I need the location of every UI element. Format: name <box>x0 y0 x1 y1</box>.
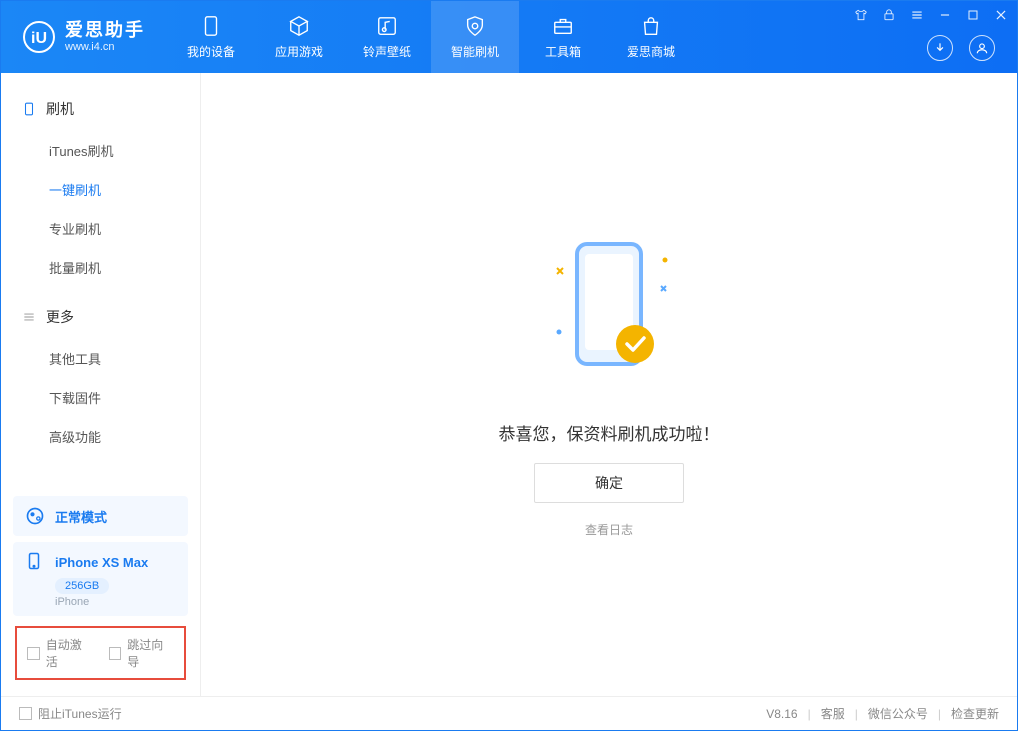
sidebar-item-pro-flash[interactable]: 专业刷机 <box>1 209 200 248</box>
statusbar: 阻止iTunes运行 V8.16 | 客服 | 微信公众号 | 检查更新 <box>1 696 1017 730</box>
ok-button[interactable]: 确定 <box>534 463 684 503</box>
device-type: iPhone <box>55 596 176 608</box>
nav-ringtones-wallpapers[interactable]: 铃声壁纸 <box>343 1 431 73</box>
sidebar-section-flash: 刷机 <box>1 91 200 127</box>
device-card[interactable]: iPhone XS Max 256GB iPhone <box>13 542 188 616</box>
flash-result: 恭喜您，保资料刷机成功啦！ 确定 查看日志 <box>499 232 720 538</box>
nav-store[interactable]: 爱思商城 <box>607 1 695 73</box>
header: iU 爱思助手 www.i4.cn 我的设备 应用游戏 铃声壁纸 智能刷 <box>1 1 1017 73</box>
svg-text:iU: iU <box>31 30 47 47</box>
sidebar-section-more: 更多 <box>1 299 200 335</box>
checkbox-block-itunes[interactable]: 阻止iTunes运行 <box>19 705 122 722</box>
cube-icon <box>287 14 311 38</box>
main-nav: 我的设备 应用游戏 铃声壁纸 智能刷机 工具箱 爱思商城 <box>167 1 695 73</box>
download-button[interactable] <box>927 35 953 61</box>
app-logo: iU 爱思助手 www.i4.cn <box>1 20 167 53</box>
app-url: www.i4.cn <box>65 41 145 54</box>
logo-icon: iU <box>23 21 55 53</box>
header-actions <box>927 35 995 61</box>
app-name: 爱思助手 <box>65 20 145 41</box>
nav-toolbox[interactable]: 工具箱 <box>519 1 607 73</box>
sidebar-item-advanced[interactable]: 高级功能 <box>1 417 200 456</box>
check-update-link[interactable]: 检查更新 <box>951 705 999 722</box>
menu-icon[interactable] <box>909 7 925 23</box>
wechat-link[interactable]: 微信公众号 <box>868 705 928 722</box>
sidebar-item-oneclick-flash[interactable]: 一键刷机 <box>1 170 200 209</box>
nav-label: 智能刷机 <box>451 43 499 60</box>
mode-icon <box>25 506 45 526</box>
nav-label: 工具箱 <box>545 43 581 60</box>
nav-label: 爱思商城 <box>627 43 675 60</box>
device-icon <box>199 14 223 38</box>
nav-label: 我的设备 <box>187 43 235 60</box>
success-message: 恭喜您，保资料刷机成功啦！ <box>499 420 720 445</box>
options-box: 自动激活 跳过向导 <box>15 626 186 680</box>
bag-icon <box>639 14 663 38</box>
checkbox-skip-guide[interactable]: 跳过向导 <box>109 636 175 670</box>
nav-my-device[interactable]: 我的设备 <box>167 1 255 73</box>
list-icon <box>21 310 36 325</box>
user-button[interactable] <box>969 35 995 61</box>
checkbox-label: 自动激活 <box>46 636 93 670</box>
support-link[interactable]: 客服 <box>821 705 845 722</box>
maximize-button[interactable] <box>965 7 981 23</box>
shirt-icon[interactable] <box>853 7 869 23</box>
view-log-link[interactable]: 查看日志 <box>585 521 633 538</box>
sidebar-item-download-firmware[interactable]: 下载固件 <box>1 378 200 417</box>
app-window: iU 爱思助手 www.i4.cn 我的设备 应用游戏 铃声壁纸 智能刷 <box>0 0 1018 731</box>
section-title: 刷机 <box>46 99 74 119</box>
checkbox-label: 阻止iTunes运行 <box>38 705 122 722</box>
nav-label: 铃声壁纸 <box>363 43 411 60</box>
mode-card[interactable]: 正常模式 <box>13 496 188 536</box>
device-phone-icon <box>25 552 45 572</box>
checkbox-auto-activate[interactable]: 自动激活 <box>27 636 93 670</box>
shield-refresh-icon <box>463 14 487 38</box>
minimize-button[interactable] <box>937 7 953 23</box>
device-name: iPhone XS Max <box>55 555 148 570</box>
section-title: 更多 <box>46 307 74 327</box>
mode-label: 正常模式 <box>55 507 107 526</box>
sidebar-item-other-tools[interactable]: 其他工具 <box>1 339 200 378</box>
sidebar-item-batch-flash[interactable]: 批量刷机 <box>1 248 200 287</box>
body: 刷机 iTunes刷机 一键刷机 专业刷机 批量刷机 更多 其他工具 下载固件 … <box>1 73 1017 696</box>
sidebar-item-itunes-flash[interactable]: iTunes刷机 <box>1 131 200 170</box>
nav-apps-games[interactable]: 应用游戏 <box>255 1 343 73</box>
checkbox-label: 跳过向导 <box>127 636 174 670</box>
device-panel: 正常模式 iPhone XS Max 256GB iPhone 自动激活 跳过向… <box>1 490 200 696</box>
nav-label: 应用游戏 <box>275 43 323 60</box>
device-capacity: 256GB <box>55 578 109 594</box>
version-label: V8.16 <box>766 707 797 721</box>
lock-icon[interactable] <box>881 7 897 23</box>
success-illustration <box>519 232 699 392</box>
nav-flash[interactable]: 智能刷机 <box>431 1 519 73</box>
window-controls <box>853 7 1009 23</box>
main-content: 恭喜您，保资料刷机成功啦！ 确定 查看日志 <box>201 73 1017 696</box>
toolbox-icon <box>551 14 575 38</box>
close-button[interactable] <box>993 7 1009 23</box>
sidebar: 刷机 iTunes刷机 一键刷机 专业刷机 批量刷机 更多 其他工具 下载固件 … <box>1 73 201 696</box>
phone-outline-icon <box>21 102 36 117</box>
music-note-icon <box>375 14 399 38</box>
